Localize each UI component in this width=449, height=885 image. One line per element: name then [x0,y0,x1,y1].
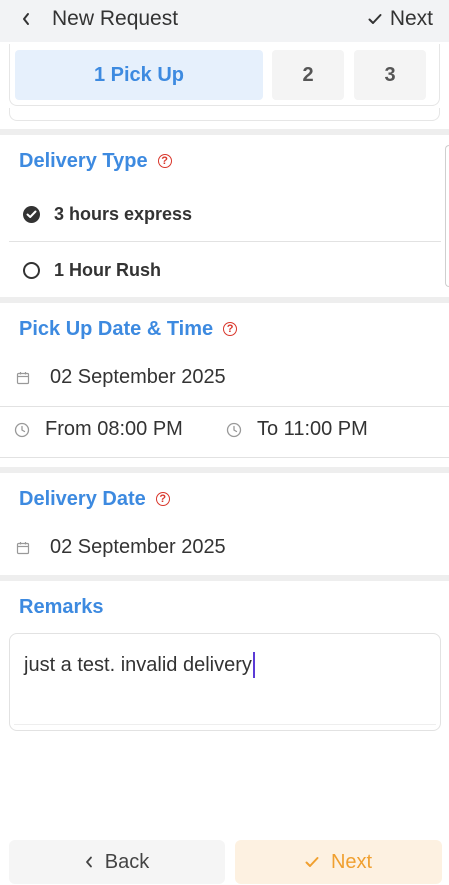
pickup-to-value: To 11:00 PM [257,418,368,440]
header-next-button[interactable]: Next [368,6,433,32]
pickup-date-value: 02 September 2025 [50,366,226,388]
page-title: New Request [52,7,179,30]
remarks-title: Remarks [19,595,104,619]
step-tab-3[interactable]: 3 [354,50,426,100]
clock-icon [14,422,30,438]
checkmark-icon [305,851,319,874]
delivery-date-field[interactable]: 02 September 2025 [16,536,226,559]
remarks-title-text: Remarks [19,596,104,618]
next-button[interactable]: Next [235,840,442,884]
section-divider [0,129,449,135]
field-divider [0,457,449,458]
delivery-option-label: 3 hours express [54,203,193,224]
pickup-from-value: From 08:00 PM [45,418,183,440]
delivery-option-rush[interactable]: 1 Hour Rush [9,243,441,297]
header-next-label: Next [389,7,433,30]
option-divider [9,241,441,242]
radio-unchecked-icon[interactable] [23,261,40,279]
pickup-title-text: Pick Up Date & Time [19,318,214,340]
delivery-option-express[interactable]: 3 hours express [9,187,441,241]
question-circle-icon[interactable]: ? [157,154,172,168]
text-caret [252,652,255,678]
back-button-label: Back [104,850,150,873]
delivery-option-label: 1 Hour Rush [54,259,162,280]
pickup-date-field[interactable]: 02 September 2025 [16,366,226,389]
clock-icon [226,422,242,438]
top-app-bar: New Request Next [0,0,449,42]
card-edge [9,108,440,121]
pickup-title: Pick Up Date & Time ? [19,317,238,341]
field-divider [0,406,449,407]
next-button-label: Next [330,850,373,873]
radio-checked-icon[interactable] [23,205,40,223]
delivery-type-title: Delivery Type ? [19,149,172,173]
question-circle-icon[interactable]: ? [155,492,170,506]
delivery-type-title-text: Delivery Type [19,150,148,172]
step-tabs: 1 Pick Up 2 3 [9,44,440,106]
step-tab-2[interactable]: 2 [272,50,344,100]
back-chevron-icon[interactable] [18,8,34,30]
section-divider [0,575,449,581]
checkmark-icon [368,6,382,32]
calendar-icon [16,541,30,555]
remarks-textarea[interactable]: just a test. invalid delivery [9,633,441,731]
chevron-left-icon [85,851,93,874]
step-tab-1[interactable]: 1 Pick Up [15,50,263,100]
remarks-divider [14,724,436,725]
scrollbar[interactable] [445,145,449,287]
section-divider [0,467,449,473]
delivery-date-title-text: Delivery Date [19,488,146,510]
pickup-from-field[interactable]: From 08:00 PM [14,418,183,441]
pickup-to-field[interactable]: To 11:00 PM [226,418,368,441]
delivery-date-title: Delivery Date ? [19,487,170,511]
delivery-date-value: 02 September 2025 [50,536,226,558]
question-circle-icon[interactable]: ? [223,322,238,336]
back-button[interactable]: Back [9,840,225,884]
remarks-value: just a test. invalid delivery [24,653,252,676]
calendar-icon [16,371,30,385]
remarks-value-wrap: just a test. invalid delivery [24,652,255,678]
section-divider [0,297,449,303]
